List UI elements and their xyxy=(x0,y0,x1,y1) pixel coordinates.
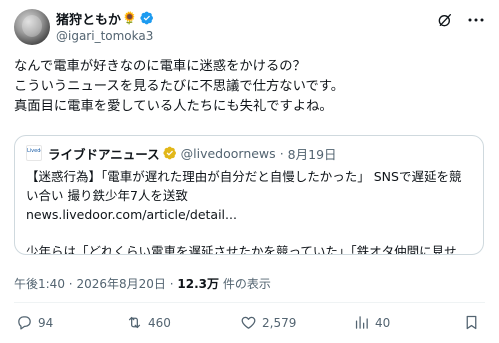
reply-button[interactable]: 94 xyxy=(16,314,53,331)
tweet-text: なんで電車が好きなのに電車に迷惑をかけるの？ こういうニュースを見るたびに不思議… xyxy=(14,57,485,117)
heart-icon xyxy=(241,316,256,329)
verified-badge-icon xyxy=(140,11,153,25)
quoted-link: news.livedoor.com/article/detail... xyxy=(26,207,237,222)
timestamp-separator: · xyxy=(68,277,73,291)
quoted-tweet-header: Livedoor News ライブドアニュース @livedoornews · … xyxy=(26,145,337,162)
livedoor-news-logo: Livedoor News xyxy=(26,145,42,161)
tweet-header: 猪狩ともか 🌻 @igari_tomoka3 xyxy=(56,9,485,45)
bookmark-button[interactable] xyxy=(463,314,480,331)
quoted-line: 【迷惑行為】「電車が遅れた理由が自分だと自慢したかった」 SNSで遅延を競 xyxy=(26,169,462,184)
author-avatar[interactable] xyxy=(14,9,50,45)
reply-count: 94 xyxy=(38,315,54,330)
views-label: 件の表示 xyxy=(222,277,271,291)
gold-verified-badge-icon xyxy=(163,146,176,160)
quoted-author-handle: @livedoornews xyxy=(180,145,276,161)
author-display-name[interactable]: 猪狩ともか xyxy=(56,9,121,28)
action-bar: 94 460 2,579 40 xyxy=(14,314,485,334)
quoted-date: 8月19日 xyxy=(287,146,337,162)
author-handle[interactable]: @igari_tomoka3 xyxy=(56,29,485,43)
retweet-count: 460 xyxy=(148,315,171,330)
more-options-icon[interactable] xyxy=(467,14,485,26)
reply-icon xyxy=(18,316,31,330)
tweet-line: なんで電車が好きなのに電車に迷惑をかけるの？ xyxy=(14,59,306,74)
views-count-action: 40 xyxy=(375,315,391,330)
tweet-date[interactable]: 2026年8月20日 xyxy=(76,277,165,291)
tweet-line: こういうニュースを見るたびに不思議で仕方ないです。 xyxy=(14,79,345,94)
tweet-line: 真面目に電車を愛している人たちにも失礼ですよね。 xyxy=(14,99,333,114)
quoted-author-name: ライブドアニュース xyxy=(48,146,160,162)
like-count: 2,579 xyxy=(262,315,297,330)
like-button[interactable]: 2,579 xyxy=(240,314,296,331)
quoted-line: 少年らは「どれくらい電車を遅延させたかを競っていた」「鉄オタ仲間に見せ… xyxy=(26,244,470,255)
timestamp-separator: · xyxy=(169,277,174,291)
sunflower-emoji: 🌻 xyxy=(122,11,137,25)
tweet-time[interactable]: 午後1:40 xyxy=(14,277,65,291)
quoted-line: い合い 撮り鉄少年7人を送致 xyxy=(26,188,188,203)
views-count: 12.3万 xyxy=(177,277,219,291)
views-chart-icon xyxy=(355,316,368,329)
quoted-tweet-card[interactable]: Livedoor News ライブドアニュース @livedoornews · … xyxy=(14,135,484,255)
views-button[interactable]: 40 xyxy=(353,314,390,331)
tweet-timestamp-row: 午後1:40 · 2026年8月20日 · 12.3万 件の表示 xyxy=(14,275,271,292)
quoted-blank-line xyxy=(26,224,473,242)
quoted-separator: · xyxy=(279,145,284,161)
bookmark-icon xyxy=(466,315,477,330)
author-name-row: 猪狩ともか 🌻 xyxy=(56,9,485,28)
quoted-tweet-body: 【迷惑行為】「電車が遅れた理由が自分だと自慢したかった」 SNSで遅延を競 い合… xyxy=(26,167,473,255)
retweet-button[interactable]: 460 xyxy=(126,314,171,331)
divider xyxy=(14,302,485,303)
retweet-icon xyxy=(128,316,141,329)
grok-icon[interactable] xyxy=(437,12,453,28)
